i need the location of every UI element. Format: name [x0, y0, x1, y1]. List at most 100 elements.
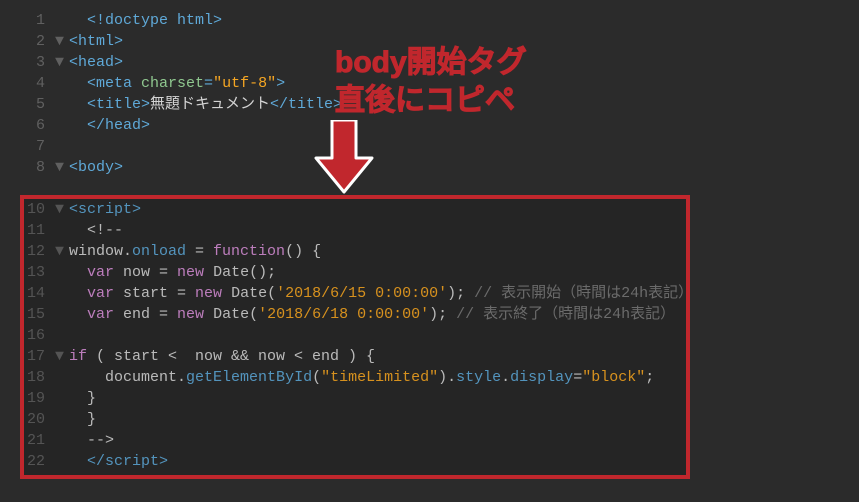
code-line[interactable]: var end = new Date('2018/6/18 0:00:00');…	[55, 304, 859, 325]
fold-triangle-icon[interactable]: ▼	[55, 31, 69, 52]
code-line[interactable]: </script>	[55, 451, 859, 472]
token-kw: var	[87, 306, 114, 323]
line-number: 21	[0, 430, 45, 451]
token-fn: display	[510, 369, 573, 386]
code-line[interactable]: }	[55, 388, 859, 409]
line-number: 10	[0, 199, 45, 220]
token-op: ).	[438, 369, 456, 386]
token-cmt: // 表示終了（時間は24h表記）	[447, 306, 675, 323]
token-fn: getElementById	[186, 369, 312, 386]
line-number	[0, 178, 45, 199]
token-tag: <meta	[87, 75, 141, 92]
token-fn: style	[456, 369, 501, 386]
token-op: }	[87, 411, 96, 428]
code-line[interactable]: ▼<script>	[55, 199, 859, 220]
line-number: 4	[0, 73, 45, 94]
token-str: "utf-8"	[213, 75, 276, 92]
line-number: 16	[0, 325, 45, 346]
token-kw: new	[177, 264, 204, 281]
token-op: end =	[114, 306, 177, 323]
token-attr: charset	[141, 75, 204, 92]
line-number: 3	[0, 52, 45, 73]
token-tag: </title>	[270, 96, 342, 113]
code-line[interactable]: <!doctype html>	[55, 10, 859, 31]
annotation-line1: body開始タグ	[335, 44, 527, 82]
code-line[interactable]: -->	[55, 430, 859, 451]
token-kw: var	[87, 285, 114, 302]
line-number: 18	[0, 367, 45, 388]
token-op: -->	[87, 432, 114, 449]
line-number: 6	[0, 115, 45, 136]
token-op: Date(	[222, 285, 276, 302]
token-tag: </script>	[87, 453, 168, 470]
line-number: 2	[0, 31, 45, 52]
token-tag: <html>	[69, 33, 123, 50]
token-op: .	[501, 369, 510, 386]
token-tag: </head>	[87, 117, 150, 134]
code-line[interactable]	[55, 178, 859, 199]
line-number: 22	[0, 451, 45, 472]
token-op: <!--	[87, 222, 123, 239]
token-tag: <script>	[69, 201, 141, 218]
fold-triangle-icon[interactable]: ▼	[55, 157, 69, 178]
token-op: (	[312, 369, 321, 386]
line-number: 15	[0, 304, 45, 325]
token-kw: new	[177, 306, 204, 323]
token-str: '2018/6/18 0:00:00'	[258, 306, 429, 323]
token-op: () {	[285, 243, 321, 260]
code-line[interactable]: <!--	[55, 220, 859, 241]
line-number: 13	[0, 262, 45, 283]
token-op: );	[429, 306, 447, 323]
token-tag: <head>	[69, 54, 123, 71]
token-tag: <body>	[69, 159, 123, 176]
token-op: =	[573, 369, 582, 386]
token-op: }	[87, 390, 96, 407]
line-number: 7	[0, 136, 45, 157]
token-str: "block"	[582, 369, 645, 386]
line-number: 8	[0, 157, 45, 178]
line-number: 19	[0, 388, 45, 409]
token-tag: <title>	[87, 96, 150, 113]
code-line[interactable]	[55, 325, 859, 346]
token-tag: >	[276, 75, 285, 92]
line-number: 12	[0, 241, 45, 262]
line-number: 5	[0, 94, 45, 115]
code-line[interactable]: var now = new Date();	[55, 262, 859, 283]
line-number: 17	[0, 346, 45, 367]
token-op: Date();	[204, 264, 276, 281]
token-op: now =	[114, 264, 177, 281]
code-line[interactable]: ▼if ( start < now && now < end ) {	[55, 346, 859, 367]
token-tag: <!doctype html>	[87, 12, 222, 29]
token-fn: onload	[132, 243, 186, 260]
line-number: 1	[0, 10, 45, 31]
code-line[interactable]: var start = new Date('2018/6/15 0:00:00'…	[55, 283, 859, 304]
code-line[interactable]	[55, 136, 859, 157]
token-op: document.	[105, 369, 186, 386]
fold-triangle-icon[interactable]: ▼	[55, 199, 69, 220]
token-op: ( start < now && now < end ) {	[87, 348, 375, 365]
line-number: 11	[0, 220, 45, 241]
code-line[interactable]: ▼<body>	[55, 157, 859, 178]
line-number-gutter: 1234567810111213141516171819202122	[0, 10, 55, 472]
token-kw: if	[69, 348, 87, 365]
token-str: '2018/6/15 0:00:00'	[276, 285, 447, 302]
token-tag: =	[204, 75, 213, 92]
token-op: =	[186, 243, 213, 260]
token-op: 無題ドキュメント	[150, 96, 270, 113]
annotation-text: body開始タグ 直後にコピペ	[335, 44, 527, 119]
fold-triangle-icon[interactable]: ▼	[55, 241, 69, 262]
token-str: "timeLimited"	[321, 369, 438, 386]
annotation-line2: 直後にコピペ	[335, 82, 527, 120]
line-number: 20	[0, 409, 45, 430]
token-kw: var	[87, 264, 114, 281]
token-op: ;	[645, 369, 654, 386]
fold-triangle-icon[interactable]: ▼	[55, 52, 69, 73]
token-kw: new	[195, 285, 222, 302]
code-line[interactable]: document.getElementById("timeLimited").s…	[55, 367, 859, 388]
token-kw: function	[213, 243, 285, 260]
token-op: Date(	[204, 306, 258, 323]
line-number: 14	[0, 283, 45, 304]
code-line[interactable]: }	[55, 409, 859, 430]
fold-triangle-icon[interactable]: ▼	[55, 346, 69, 367]
code-line[interactable]: ▼window.onload = function() {	[55, 241, 859, 262]
